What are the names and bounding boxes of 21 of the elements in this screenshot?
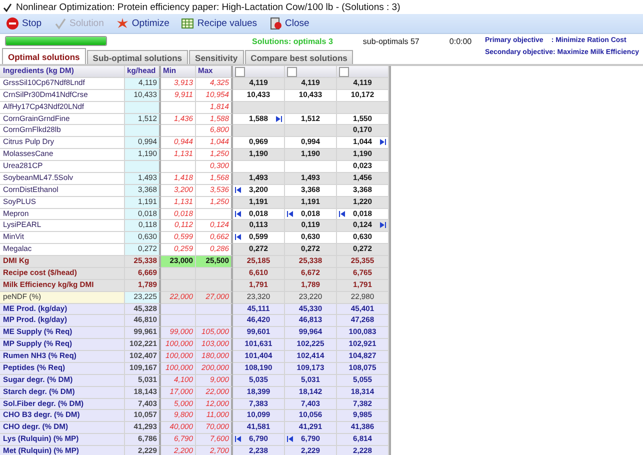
starburst-icon [116, 17, 129, 30]
tab[interactable]: Compare best solutions [244, 50, 354, 64]
close-button[interactable]: Close [266, 15, 312, 32]
tab[interactable]: Sub-optimal solutions [86, 50, 188, 64]
checkbox[interactable] [235, 67, 245, 77]
checkbox[interactable] [287, 67, 297, 77]
optimize-button[interactable]: Optimize [112, 15, 172, 32]
suboptimals-count: sub-optimals 57 [362, 36, 420, 46]
elapsed-time: 0:0:00 [449, 36, 472, 46]
stop-icon [6, 17, 19, 30]
solutions-count: Solutions: optimals 3 [252, 36, 333, 46]
document-close-icon [269, 17, 282, 30]
tab[interactable]: Sensitivity [189, 50, 244, 64]
window-title: Nonlinear Optimization: Protein efficiency paper: High-Lactation Cow/100 lb - (Solutions : 3) [16, 2, 400, 12]
tab[interactable]: Optimal solutions [2, 48, 86, 64]
table-icon [181, 17, 194, 30]
checkbox[interactable] [339, 67, 349, 77]
checkmark-icon [3, 2, 12, 12]
stop-button[interactable]: Stop [3, 15, 45, 32]
recipe-button[interactable]: Recipe values [178, 15, 260, 32]
checkmark-icon [54, 17, 67, 30]
